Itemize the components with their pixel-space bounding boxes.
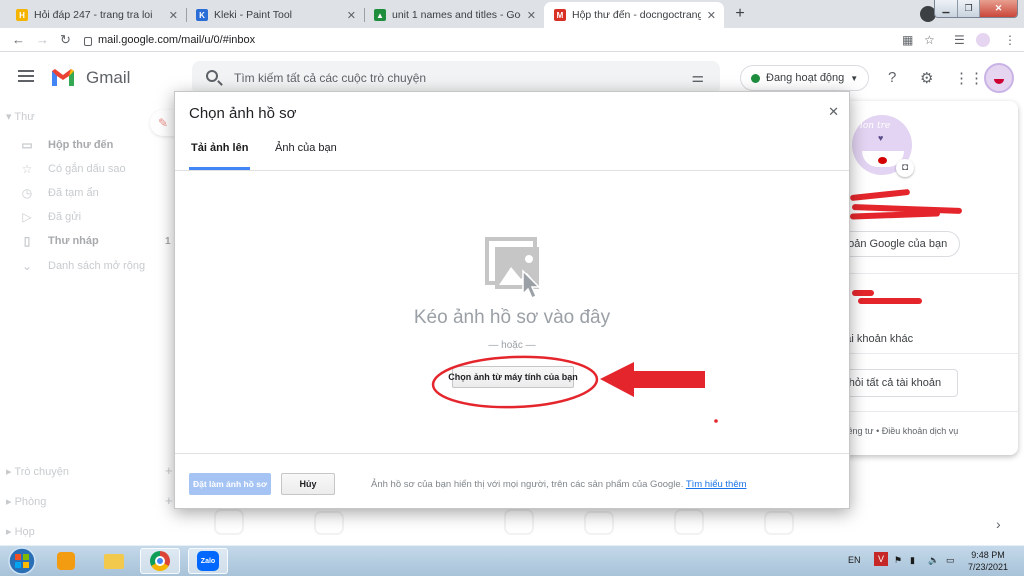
visibility-note: Ảnh hồ sơ của bạn hiển thị với mọi người… <box>371 479 747 490</box>
visibility-note-text: Ảnh hồ sơ của bạn hiển thị với mọi người… <box>371 479 684 490</box>
footer-divider <box>175 453 849 454</box>
gmail-logo-icon <box>52 69 74 86</box>
address-bar-row: ← → ↻ mail.google.com/mail/u/0/#inbox ▦ … <box>0 28 1024 52</box>
terms-link[interactable]: Điều khoản dịch vụ <box>882 426 959 436</box>
gmail-brand-text: Gmail <box>86 68 131 87</box>
qr-code-icon[interactable]: ▦ <box>902 33 913 47</box>
upload-drop-zone[interactable]: Kéo ảnh hồ sơ vào đây — hoặc — Chọn ảnh … <box>175 171 849 453</box>
active-status-dot-icon <box>751 73 760 83</box>
kleki-favicon-icon: K <box>196 9 208 21</box>
tab-upload[interactable]: Tải ảnh lên <box>189 142 251 170</box>
photo-caption: lon tre <box>860 121 891 131</box>
url-field[interactable]: mail.google.com/mail/u/0/#inbox <box>84 31 884 49</box>
windows-taskbar: Zalo EN V ⚑ ▮ 🔈 ▭ 9:48 PM 7/23/2021 <box>0 545 1024 576</box>
drive-favicon-icon: ▲ <box>374 9 386 21</box>
close-icon[interactable]: ✕ <box>707 9 716 22</box>
hoidap-favicon-icon: H <box>16 9 28 21</box>
minimize-icon[interactable]: ▁ <box>935 0 957 17</box>
zalo-icon: Zalo <box>197 551 219 571</box>
tab-title: Kleki - Paint Tool <box>214 9 293 21</box>
status-label: Đang hoạt động <box>766 72 845 84</box>
set-profile-photo-button[interactable]: Đặt làm ảnh hồ sơ <box>189 473 271 495</box>
browser-tab-google-drive[interactable]: ▲ unit 1 names and titles - Google ✕ <box>364 2 544 28</box>
forward-arrow-icon[interactable]: → <box>36 32 49 47</box>
heart-icon: ♥ <box>878 133 884 143</box>
restore-icon[interactable]: ❐ <box>957 0 979 17</box>
flag-tray-icon[interactable]: ⚑ <box>894 555 902 566</box>
gmail-favicon-icon: M <box>554 9 566 21</box>
help-icon[interactable]: ? <box>888 69 896 86</box>
reload-icon[interactable]: ↻ <box>60 32 71 48</box>
main-menu-icon[interactable] <box>18 70 34 82</box>
redaction-scribble <box>852 290 874 296</box>
apps-grid-icon[interactable]: ⋮⋮ <box>954 69 984 87</box>
window-controls: ▁ ❐ ✕ <box>934 0 1018 18</box>
drag-photo-text: Kéo ảnh hồ sơ vào đây <box>413 307 611 328</box>
window-close-icon[interactable]: ✕ <box>979 0 1017 17</box>
status-dropdown[interactable]: Đang hoạt động ▼ <box>740 65 870 91</box>
media-player-icon <box>57 552 75 570</box>
network-tray-icon[interactable]: ▮ <box>910 555 915 566</box>
taskbar-chrome[interactable] <box>140 548 180 574</box>
mail-search-box[interactable]: Tìm kiếm tất cả các cuộc trò chuyện ⚌ <box>192 61 720 95</box>
menu-kebab-icon[interactable]: ⋮ <box>1004 33 1016 47</box>
tab-title: unit 1 names and titles - Google <box>392 9 521 21</box>
browser-tab-hoidap[interactable]: H Hỏi đáp 247 - trang tra loi ✕ <box>6 2 186 28</box>
image-placeholder-icon <box>485 237 541 299</box>
taskbar-clock[interactable]: 9:48 PM 7/23/2021 <box>962 549 1014 573</box>
volume-tray-icon[interactable]: 🔈 <box>928 555 939 566</box>
clock-date: 7/23/2021 <box>967 562 1009 572</box>
taskbar-zalo[interactable]: Zalo <box>188 548 228 574</box>
dialog-close-icon[interactable]: ✕ <box>828 104 839 120</box>
url-text: mail.google.com/mail/u/0/#inbox <box>98 34 256 46</box>
or-separator-text: — hoặc — <box>488 340 536 351</box>
windows-start-icon[interactable] <box>4 546 40 576</box>
close-icon[interactable]: ✕ <box>347 9 356 22</box>
chrome-icon <box>150 551 170 571</box>
side-panel-expand-icon[interactable]: › <box>996 516 1001 532</box>
browser-tab-gmail[interactable]: M Hộp thư đến - docngoctrang200 ✕ <box>544 2 724 28</box>
clock-time: 9:48 PM <box>971 550 1005 560</box>
folder-icon <box>104 553 124 569</box>
lock-icon <box>84 36 92 46</box>
close-icon[interactable]: ✕ <box>527 9 536 22</box>
account-avatar[interactable] <box>984 63 1014 93</box>
nose-shape <box>878 157 887 164</box>
learn-more-link[interactable]: Tìm hiểu thêm <box>686 479 747 490</box>
search-placeholder: Tìm kiếm tất cả các cuộc trò chuyện <box>234 71 427 85</box>
browser-tab-bar: H Hỏi đáp 247 - trang tra loi ✕ K Kleki … <box>0 0 1024 28</box>
new-tab-button[interactable]: + <box>730 4 750 24</box>
tab-title: Hỏi đáp 247 - trang tra loi <box>34 9 153 21</box>
tab-title: Hộp thư đến - docngoctrang200 <box>572 9 701 21</box>
profile-photo-dialog: Chọn ảnh hồ sơ ✕ Tải ảnh lên Ảnh của bạn… <box>174 91 850 509</box>
taskbar-file-explorer[interactable] <box>94 548 134 574</box>
cancel-button[interactable]: Hủy <box>281 473 335 495</box>
unikey-tray-icon[interactable]: V <box>874 552 888 566</box>
search-icon[interactable] <box>206 70 218 82</box>
battery-tray-icon[interactable]: ▭ <box>946 555 955 566</box>
bookmark-star-icon[interactable]: ☆ <box>924 33 935 47</box>
search-options-icon[interactable]: ⚌ <box>691 69 704 86</box>
caret-down-icon: ▼ <box>850 73 859 83</box>
input-language[interactable]: EN <box>848 555 861 565</box>
reading-list-icon[interactable]: ☰ <box>954 33 965 47</box>
dialog-title: Chọn ảnh hồ sơ <box>189 105 297 122</box>
taskbar-media-player[interactable] <box>46 548 86 574</box>
choose-from-computer-button[interactable]: Chọn ảnh từ máy tính của bạn <box>448 366 578 388</box>
close-icon[interactable]: ✕ <box>169 9 178 22</box>
tab-your-photos[interactable]: Ảnh của bạn <box>275 142 337 170</box>
back-arrow-icon[interactable]: ← <box>12 32 25 47</box>
redaction-scribble <box>858 298 922 304</box>
settings-gear-icon[interactable]: ⚙ <box>920 69 933 87</box>
profile-avatar-icon[interactable] <box>976 33 990 47</box>
camera-icon[interactable]: ◘ <box>896 159 914 177</box>
browser-tab-kleki[interactable]: K Kleki - Paint Tool ✕ <box>186 2 364 28</box>
